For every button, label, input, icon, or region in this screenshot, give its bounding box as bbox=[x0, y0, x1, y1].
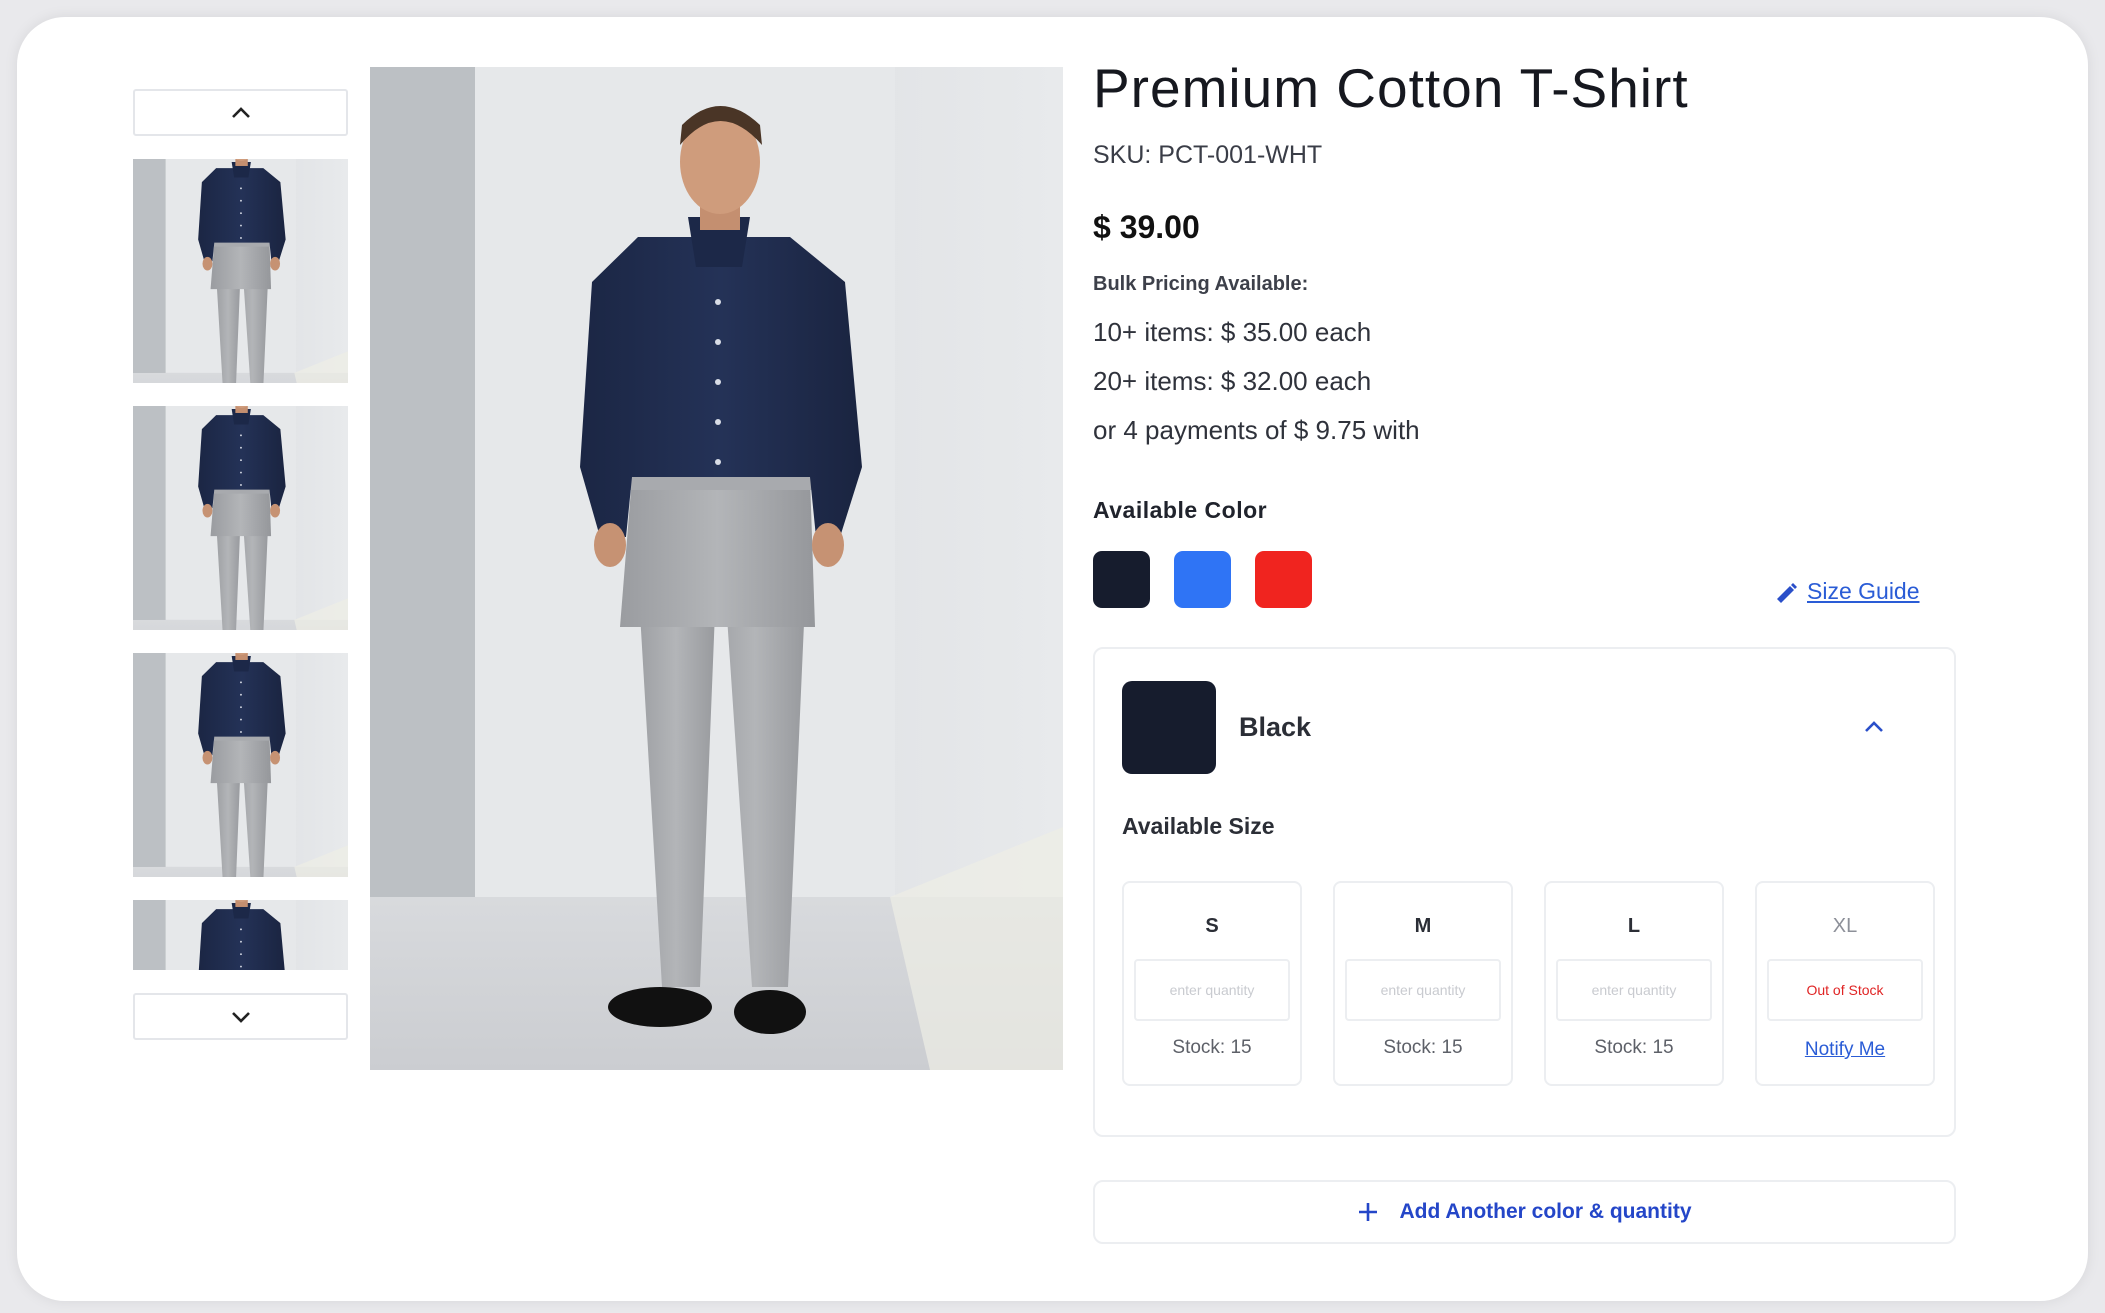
color-swatch-red[interactable] bbox=[1255, 551, 1312, 608]
size-option-xl: XL Out of Stock Notify Me bbox=[1755, 881, 1935, 1086]
product-price: $ 39.00 bbox=[1093, 209, 1200, 245]
thumbnail-image[interactable] bbox=[133, 159, 348, 383]
collapse-variant-button[interactable] bbox=[1854, 707, 1894, 747]
quantity-input-m[interactable] bbox=[1345, 959, 1501, 1021]
out-of-stock-badge: Out of Stock bbox=[1767, 959, 1923, 1021]
chevron-up-icon bbox=[1865, 721, 1883, 732]
notify-me-link[interactable]: Notify Me bbox=[1757, 1039, 1933, 1061]
quantity-input-s[interactable] bbox=[1134, 959, 1290, 1021]
size-name: S bbox=[1205, 915, 1219, 937]
color-variant-panel: Black Available Size S Stock: 15 M Stock… bbox=[1093, 647, 1956, 1137]
plus-icon bbox=[1359, 1203, 1378, 1221]
main-product-image bbox=[370, 67, 1063, 1070]
size-option-s: S Stock: 15 bbox=[1122, 881, 1302, 1086]
color-swatch-blue[interactable] bbox=[1174, 551, 1231, 608]
color-swatch-navy[interactable] bbox=[1093, 551, 1150, 608]
bulk-pricing-heading: Bulk Pricing Available: bbox=[1093, 273, 1309, 295]
selected-color-swatch bbox=[1122, 681, 1216, 774]
available-color-label: Available Color bbox=[1093, 497, 1268, 523]
installment-text: or 4 payments of $ 9.75 with bbox=[1093, 415, 1420, 445]
chevron-down-icon bbox=[231, 1011, 250, 1023]
add-another-color-button[interactable]: Add Another color & quantity bbox=[1093, 1180, 1956, 1244]
size-option-m: M Stock: 15 bbox=[1333, 881, 1513, 1086]
thumbnail-image[interactable] bbox=[133, 900, 348, 970]
color-swatches bbox=[1093, 551, 1312, 608]
chevron-up-icon bbox=[231, 106, 250, 118]
available-size-label: Available Size bbox=[1122, 813, 1275, 839]
stock-count: Stock: 15 bbox=[1383, 1037, 1463, 1058]
ruler-pencil-icon bbox=[1777, 582, 1797, 603]
thumbnail-image[interactable] bbox=[133, 653, 348, 877]
gallery-up-button[interactable] bbox=[133, 89, 348, 136]
add-another-color-label: Add Another color & quantity bbox=[1399, 1200, 1692, 1223]
size-name: M bbox=[1414, 915, 1432, 937]
stock-count: Stock: 15 bbox=[1594, 1037, 1674, 1058]
size-option-l: L Stock: 15 bbox=[1544, 881, 1724, 1086]
product-sku: SKU: PCT-001-WHT bbox=[1093, 141, 1323, 169]
product-title: Premium Cotton T-Shirt bbox=[1093, 57, 1689, 119]
size-name: XL bbox=[1832, 915, 1858, 937]
gallery-down-button[interactable] bbox=[133, 993, 348, 1040]
bulk-pricing-line: 20+ items: $ 32.00 each bbox=[1093, 366, 1372, 396]
stock-count: Stock: 15 bbox=[1172, 1037, 1252, 1058]
size-guide-label: Size Guide bbox=[1807, 578, 1920, 604]
size-guide-link[interactable]: Size Guide bbox=[1773, 578, 1920, 605]
thumbnail-gallery bbox=[133, 89, 348, 1040]
selected-color-name: Black bbox=[1239, 712, 1312, 742]
quantity-input-l[interactable] bbox=[1556, 959, 1712, 1021]
bulk-pricing-line: 10+ items: $ 35.00 each bbox=[1093, 317, 1372, 347]
size-name: L bbox=[1627, 915, 1641, 937]
thumbnail-image[interactable] bbox=[133, 406, 348, 630]
